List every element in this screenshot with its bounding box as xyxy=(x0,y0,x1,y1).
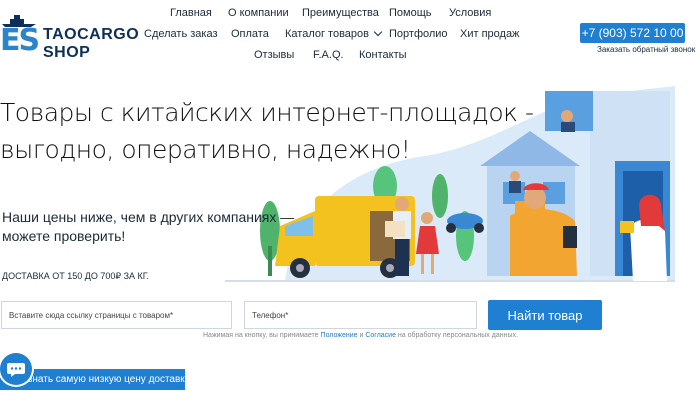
hero-subtitle: Наши цены ниже, чем в других компаниях —… xyxy=(2,208,294,246)
callback-link[interactable]: Заказать обратный звонок xyxy=(597,45,695,54)
nav-item-home[interactable]: Главная xyxy=(170,7,212,19)
nav-item-catalog-label: Каталог товаров xyxy=(285,28,369,40)
phone-button[interactable]: +7 (903) 572 10 00 xyxy=(580,23,685,43)
consent-link[interactable]: Согласие xyxy=(365,332,396,339)
nav-item-order[interactable]: Сделать заказ xyxy=(144,28,218,40)
chat-icon xyxy=(7,363,25,377)
nav-item-portfolio[interactable]: Портфолио xyxy=(389,28,448,40)
link-field[interactable] xyxy=(1,301,232,329)
nav-item-bestsellers[interactable]: Хит продаж xyxy=(460,28,519,40)
delivery-illustration xyxy=(225,86,675,282)
chevron-down-icon xyxy=(373,27,383,37)
phone-field[interactable] xyxy=(244,301,477,329)
logo-text-line1: TAOCARGO xyxy=(43,26,140,43)
hero-subtitle-line2: можете проверить! xyxy=(2,228,126,244)
nav-item-payment[interactable]: Оплата xyxy=(231,28,269,40)
nav-item-faq[interactable]: F.A.Q. xyxy=(313,49,344,61)
nav-item-contacts[interactable]: Контакты xyxy=(359,49,407,61)
logo-text-line2: SHOP xyxy=(43,44,91,61)
nav-item-help[interactable]: Помощь xyxy=(389,7,432,19)
consent-prefix: Нажимая на кнопку, вы принимаете xyxy=(203,332,321,339)
nav-item-reviews[interactable]: Отзывы xyxy=(254,49,294,61)
nav-item-about[interactable]: О компании xyxy=(228,7,289,19)
chat-widget[interactable] xyxy=(0,353,32,385)
nav-item-advantages[interactable]: Преимущества xyxy=(302,7,379,19)
delivery-price: ДОСТАВКА ОТ 150 ДО 700₽ ЗА КГ. xyxy=(2,271,150,281)
link-input[interactable] xyxy=(2,302,231,328)
logo-mark: ES xyxy=(0,23,40,58)
find-product-button[interactable]: Найти товар xyxy=(488,300,602,330)
phone-input[interactable] xyxy=(245,302,476,328)
nav-item-catalog[interactable]: Каталог товаров xyxy=(285,27,383,40)
hero-subtitle-line1: Наши цены ниже, чем в других компаниях — xyxy=(2,209,295,225)
consent-suffix: на обработку персональных данных. xyxy=(395,332,518,339)
consent-text: Нажимая на кнопку, вы принимаете Положен… xyxy=(203,332,518,339)
nav-item-terms[interactable]: Условия xyxy=(449,7,491,19)
regulation-link[interactable]: Положение xyxy=(321,332,358,339)
site-logo[interactable]: ES TAOCARGO SHOP xyxy=(0,14,139,62)
